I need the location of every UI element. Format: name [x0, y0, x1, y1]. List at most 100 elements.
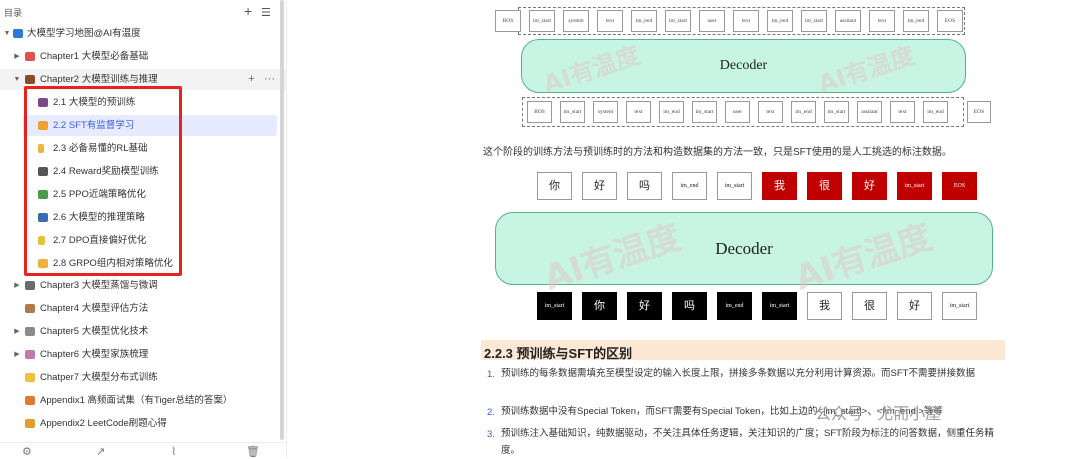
token-box: 你: [537, 172, 572, 200]
token-box: user: [699, 10, 725, 32]
chapter-item[interactable]: ▶ Chapter6 大模型家族梳理: [0, 344, 286, 365]
token-box: text: [869, 10, 895, 32]
token-box: im_end: [923, 101, 948, 123]
sidebar-title: 目录: [4, 8, 23, 18]
token-box: im_end: [903, 10, 929, 32]
row-actions[interactable]: + ···: [248, 69, 275, 90]
token-box: 我: [762, 172, 797, 200]
list-number: 3.: [487, 429, 495, 440]
token-box: im_start: [897, 172, 932, 200]
expand-arrow-icon[interactable]: ▶: [13, 275, 21, 296]
body-paragraph: 这个阶段的训练方法与预训练时的方法和构造数据集的方法一致，只是SFT使用的是人工…: [483, 147, 952, 158]
token-box: im_end: [717, 292, 752, 320]
toc-sidebar: 目录 + ☰ ▼ 大模型学习地图@AI有温度 ▶ Chapter1 大模型必备基…: [0, 0, 287, 458]
tree-root-label: 大模型学习地图@AI有温度: [27, 28, 141, 39]
token-box: im_start: [801, 10, 827, 32]
chapter-label: Appendix2 LeetCode刷题心得: [40, 418, 167, 429]
chapter-icon: [25, 373, 35, 382]
token-box: 我: [807, 292, 842, 320]
list-view-icon[interactable]: ☰: [261, 5, 271, 21]
trash-icon[interactable]: 🗑: [246, 445, 260, 458]
chapter-item[interactable]: Chatper7 大模型分布式训练: [0, 367, 286, 388]
settings-icon[interactable]: ⚙: [22, 445, 32, 458]
token-box: im_start: [692, 101, 717, 123]
token-box: im_end: [659, 101, 684, 123]
chapter-label: Chapter1 大模型必备基础: [40, 51, 149, 62]
expand-arrow-icon[interactable]: ▶: [13, 46, 21, 67]
token-box: EOS: [937, 10, 963, 32]
token-box: im_start: [537, 292, 572, 320]
document-content: BOS im_start system text im_end im_start user t…: [287, 0, 1080, 458]
token-box: im_start: [942, 292, 977, 320]
chapter-icon: [25, 75, 35, 84]
token-box: 很: [852, 292, 887, 320]
token-box: im_start: [665, 10, 691, 32]
token-box: 吗: [627, 172, 662, 200]
list-item-text: 预训练的每条数据需填充至模型设定的输入长度上限，拼接多条数据以充分利用计算资源。…: [501, 368, 975, 379]
token-box: 好: [582, 172, 617, 200]
list-number: 2.: [487, 407, 495, 418]
token-box: BOS: [527, 101, 552, 123]
token-box: system: [563, 10, 589, 32]
token-box: im_start: [529, 10, 555, 32]
chapter-label: Chapter5 大模型优化技术: [40, 326, 149, 337]
sidebar-footer: ⚙ ↗ ⌇ 🗑: [0, 442, 286, 459]
token-box: assitant: [835, 10, 861, 32]
token-box: system: [593, 101, 618, 123]
token-box: 你: [582, 292, 617, 320]
token-box: im_start: [824, 101, 849, 123]
token-box: user: [725, 101, 750, 123]
token-box: 好: [852, 172, 887, 200]
sidebar-scrollbar[interactable]: [280, 0, 284, 440]
chapter-label: Chatper7 大模型分布式训练: [40, 372, 158, 383]
token-box: im_end: [631, 10, 657, 32]
chapter-icon: [25, 396, 35, 405]
chapter-item[interactable]: ▶ Chapter3 大模型蒸馏与微调: [0, 275, 286, 296]
token-box: im_end: [767, 10, 793, 32]
chapter-icon: [25, 327, 35, 336]
chapter-item[interactable]: Appendix2 LeetCode刷题心得: [0, 413, 286, 434]
chapter-item[interactable]: Appendix1 高频面试集（有Tiger总结的答案）: [0, 390, 286, 411]
token-box: 很: [807, 172, 842, 200]
chapter-item[interactable]: ▶ Chapter5 大模型优化技术: [0, 321, 286, 342]
tree-root[interactable]: ▼ 大模型学习地图@AI有温度: [0, 23, 286, 44]
token-box: 吗: [672, 292, 707, 320]
book-icon: [13, 29, 23, 38]
section-heading-text: 2.2.3 预训练与SFT的区别: [484, 346, 633, 361]
section-heading: 2.2.3 预训练与SFT的区别: [481, 340, 1005, 361]
chapter-label: Appendix1 高频面试集（有Tiger总结的答案）: [40, 395, 233, 406]
token-box: text: [597, 10, 623, 32]
token-box: BOS: [495, 10, 521, 32]
expand-arrow-icon[interactable]: ▶: [13, 321, 21, 342]
list-number: 1.: [487, 369, 495, 380]
chapter-item[interactable]: Chapter4 大模型评估方法: [0, 298, 286, 319]
share-icon[interactable]: ↗: [96, 445, 105, 458]
chapter-icon: [25, 350, 35, 359]
add-icon[interactable]: +: [244, 3, 252, 19]
token-box: im_end: [791, 101, 816, 123]
highlight-box: [24, 86, 182, 276]
token-box: text: [733, 10, 759, 32]
token-box: im_start: [762, 292, 797, 320]
token-box: text: [758, 101, 783, 123]
chapter-icon: [25, 281, 35, 290]
chart-icon[interactable]: ⌇: [171, 445, 176, 458]
token-box: im_start: [560, 101, 585, 123]
token-box: EOS: [942, 172, 977, 200]
chapter-item[interactable]: ▶ Chapter1 大模型必备基础: [0, 46, 286, 67]
chapter-label: Chapter6 大模型家族梳理: [40, 349, 149, 360]
decoder-block: Decoder: [495, 212, 993, 285]
expand-arrow-icon[interactable]: ▶: [13, 344, 21, 365]
token-box: 好: [897, 292, 932, 320]
wechat-watermark: 公众号 · 尤而小屋: [815, 406, 942, 423]
collapse-arrow-icon[interactable]: ▼: [13, 69, 21, 90]
chapter-label: Chapter4 大模型评估方法: [40, 303, 149, 314]
token-box: im_end: [672, 172, 707, 200]
token-box: text: [890, 101, 915, 123]
token-box: im_start: [717, 172, 752, 200]
collapse-arrow-icon[interactable]: ▼: [3, 23, 11, 44]
chapter-icon: [25, 304, 35, 313]
chapter-label: Chapter3 大模型蒸馏与微调: [40, 280, 158, 291]
token-box: 好: [627, 292, 662, 320]
chapter-icon: [25, 419, 35, 428]
